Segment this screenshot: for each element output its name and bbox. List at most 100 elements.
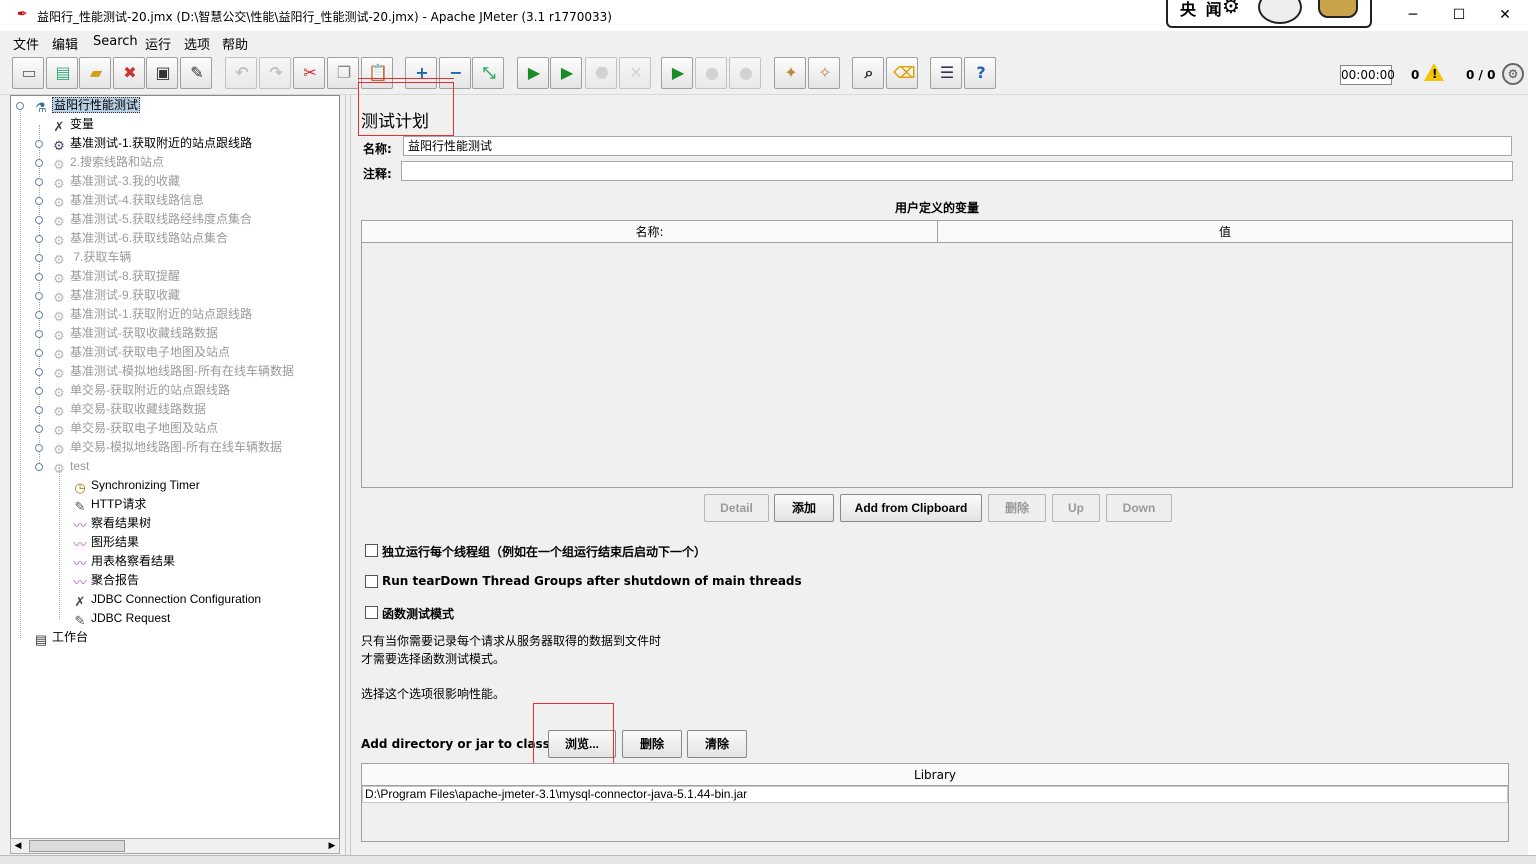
open-button[interactable]: ▰: [79, 57, 111, 89]
tree-node[interactable]: ⚙ 单交易-获取电子地图及站点: [51, 419, 218, 438]
tree-expand-handle[interactable]: [35, 425, 43, 433]
save-screenshot-button[interactable]: ✎: [180, 57, 212, 89]
tree-expand-handle[interactable]: [35, 463, 43, 471]
tree-expand-handle[interactable]: [35, 254, 43, 262]
tree-horizontal-scrollbar[interactable]: ◀ ▶: [10, 838, 340, 854]
menu-file[interactable]: 文件: [13, 34, 39, 53]
save-button[interactable]: ▣: [146, 57, 178, 89]
tree-expand-handle[interactable]: [35, 159, 43, 167]
vars-column-name[interactable]: 名称:: [362, 221, 938, 243]
tree-expand-handle[interactable]: [35, 311, 43, 319]
tree-node[interactable]: ⚙ 基准测试-1.获取附近的站点跟线路: [51, 134, 252, 153]
tree-node[interactable]: ✗ JDBC Connection Configuration: [72, 590, 262, 609]
teardown-on-shutdown-checkbox[interactable]: [365, 575, 378, 588]
stop-button[interactable]: ⬣: [585, 57, 617, 89]
tree-node[interactable]: ⚙ 基准测试-获取收藏线路数据: [51, 324, 218, 343]
delete-variable-button[interactable]: 删除: [988, 494, 1046, 522]
undo-button[interactable]: ↶: [225, 57, 257, 89]
tree-node[interactable]: 〰察看结果树: [72, 514, 151, 533]
copy-button[interactable]: ❐: [327, 57, 359, 89]
tree-expand-handle[interactable]: [35, 235, 43, 243]
move-down-button[interactable]: Down: [1106, 494, 1172, 522]
reset-search-button[interactable]: ⌫: [886, 57, 918, 89]
tree-node[interactable]: ⚙ 基准测试-模拟地线路图-所有在线车辆数据: [51, 362, 294, 381]
tree-node[interactable]: ⚙ 单交易-获取收藏线路数据: [51, 400, 206, 419]
tree-node[interactable]: ◷ Synchronizing Timer: [72, 476, 199, 495]
tree-expand-handle[interactable]: [35, 178, 43, 186]
help-button[interactable]: ?: [964, 57, 996, 89]
tree-expand-handle[interactable]: [35, 273, 43, 281]
tree-node[interactable]: ⚙ 2.搜索线路和站点: [51, 153, 164, 172]
warning-icon[interactable]: [1424, 63, 1444, 81]
tree-node[interactable]: ⚙ 基准测试-5.获取线路经纬度点集合: [51, 210, 252, 229]
tree-expand-handle[interactable]: [35, 387, 43, 395]
tree-node[interactable]: ⚙ 单交易-模拟地线路图-所有在线车辆数据: [51, 438, 282, 457]
toggle-button[interactable]: ⤡: [472, 57, 504, 89]
tree-expand-handle[interactable]: [35, 444, 43, 452]
user-variables-table[interactable]: 名称: 值: [361, 220, 1513, 488]
menu-edit[interactable]: 编辑: [52, 34, 78, 53]
tree-node[interactable]: ⚙ 基准测试-6.获取线路站点集合: [51, 229, 228, 248]
remote-start-button[interactable]: ▶: [661, 57, 693, 89]
serialize-threadgroups-checkbox[interactable]: [365, 544, 378, 557]
menu-search[interactable]: Search: [93, 34, 138, 49]
remote-shutdown-button[interactable]: ●: [729, 57, 761, 89]
scroll-thumb[interactable]: [29, 840, 125, 852]
detail-button[interactable]: Detail: [704, 494, 769, 522]
start-no-pause-button[interactable]: ▶: [550, 57, 582, 89]
tree-node[interactable]: ⚙ 7.获取车辆: [51, 248, 131, 267]
templates-button[interactable]: ▤: [46, 57, 78, 89]
tree-node[interactable]: ⚙ 基准测试-获取电子地图及站点: [51, 343, 230, 362]
tree-node[interactable]: ⚙ 基准测试-1.获取附近的站点跟线路: [51, 305, 252, 324]
clear-button[interactable]: ✦: [774, 57, 806, 89]
start-button[interactable]: ▶: [517, 57, 549, 89]
shutdown-button[interactable]: ✕: [619, 57, 651, 89]
new-button[interactable]: ▭: [12, 57, 44, 89]
tree-node[interactable]: ⚙ test: [51, 457, 89, 476]
remote-stop-button[interactable]: ●: [695, 57, 727, 89]
tree-node[interactable]: 〰图形结果: [72, 533, 139, 552]
tree-node[interactable]: ⚙ 基准测试-8.获取提醒: [51, 267, 180, 286]
tree-expand-handle[interactable]: [16, 102, 24, 110]
tree-expand-handle[interactable]: [35, 406, 43, 414]
tree-expand-handle[interactable]: [35, 216, 43, 224]
cut-button[interactable]: ✂: [293, 57, 325, 89]
clear-classpath-button[interactable]: 清除: [687, 730, 747, 758]
name-field[interactable]: 益阳行性能测试: [403, 136, 1512, 156]
vars-column-value[interactable]: 值: [938, 221, 1512, 243]
clear-all-button[interactable]: ✧: [808, 57, 840, 89]
tree-expand-handle[interactable]: [35, 140, 43, 148]
tree-node[interactable]: ▤ 工作台: [33, 628, 88, 647]
tree-node[interactable]: ✎ HTTP请求: [72, 495, 147, 514]
move-up-button[interactable]: Up: [1052, 494, 1100, 522]
split-pane-divider[interactable]: [345, 95, 351, 855]
tree-expand-handle[interactable]: [35, 292, 43, 300]
tree-expand-handle[interactable]: [35, 368, 43, 376]
close-button[interactable]: ✕: [1482, 0, 1528, 31]
comment-field[interactable]: [401, 161, 1513, 181]
menu-options[interactable]: 选项: [184, 34, 210, 53]
minimize-button[interactable]: ─: [1390, 0, 1436, 31]
library-table[interactable]: Library D:\Program Files\apache-jmeter-3…: [361, 763, 1509, 842]
menu-run[interactable]: 运行: [145, 34, 171, 53]
tree-node[interactable]: 〰用表格察看结果: [72, 552, 175, 571]
close-file-button[interactable]: ✖: [113, 57, 145, 89]
test-plan-tree[interactable]: ⚗ 益阳行性能测试 ✗ 变量 ⚙ 基准测试-1.获取附近的站点跟线路 ⚙ 2.搜索线路和站点 ⚙…: [10, 95, 340, 839]
tree-expand-handle[interactable]: [35, 330, 43, 338]
tree-expand-handle[interactable]: [35, 197, 43, 205]
function-helper-button[interactable]: ☰: [930, 57, 962, 89]
redo-button[interactable]: ↷: [259, 57, 291, 89]
library-row[interactable]: D:\Program Files\apache-jmeter-3.1\mysql…: [362, 786, 1508, 803]
menu-help[interactable]: 帮助: [222, 34, 248, 53]
tree-node[interactable]: ⚙ 基准测试-9.获取收藏: [51, 286, 180, 305]
scroll-left-icon[interactable]: ◀: [11, 839, 25, 853]
add-button[interactable]: 添加: [774, 494, 834, 522]
tree-node[interactable]: ⚗ 益阳行性能测试: [33, 96, 141, 115]
tree-node[interactable]: ⚙ 基准测试-4.获取线路信息: [51, 191, 204, 210]
tree-node[interactable]: ✎ JDBC Request: [72, 609, 171, 628]
library-column-header[interactable]: Library: [362, 764, 1508, 786]
tree-node[interactable]: ✗ 变量: [51, 115, 94, 134]
tree-node[interactable]: ⚙ 基准测试-3.我的收藏: [51, 172, 180, 191]
delete-classpath-button[interactable]: 删除: [622, 730, 682, 758]
add-from-clipboard-button[interactable]: Add from Clipboard: [840, 494, 982, 522]
